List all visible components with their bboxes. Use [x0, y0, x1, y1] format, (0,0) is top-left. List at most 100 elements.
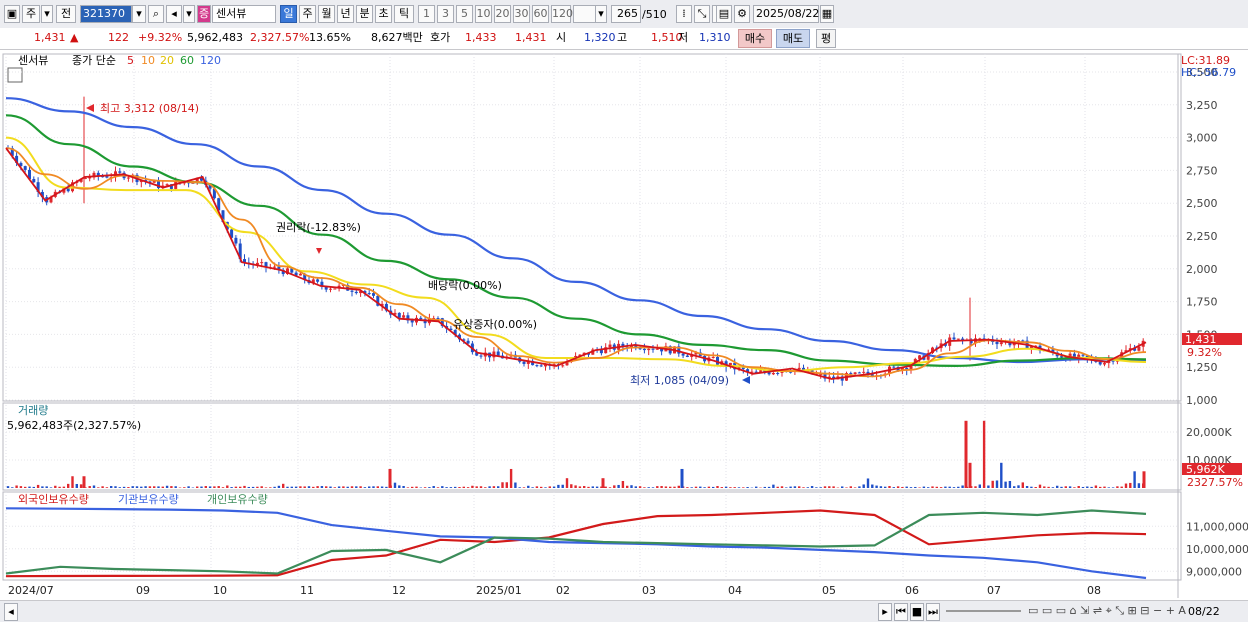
volume-bar: [613, 485, 615, 488]
draw-icon[interactable]: ⤡: [694, 5, 710, 23]
volume-bar: [166, 486, 168, 488]
sell-button[interactable]: 매도: [776, 29, 810, 48]
stock-code-input[interactable]: 321370: [80, 5, 132, 23]
low-marker-icon: [742, 376, 750, 384]
tab-minute[interactable]: 분: [356, 5, 373, 23]
volume-bar: [523, 487, 525, 488]
period-select[interactable]: 주: [22, 5, 40, 23]
interval-3[interactable]: 3: [437, 5, 454, 23]
interval-1[interactable]: 1: [418, 5, 435, 23]
dividend-annotation: 배당락(0.00%): [428, 279, 502, 292]
volume-bar: [385, 487, 387, 488]
tab-tick[interactable]: 틱: [394, 5, 414, 23]
volume-bar: [273, 487, 275, 488]
tab-day[interactable]: 일: [280, 5, 297, 23]
volume-bar: [209, 486, 211, 488]
volume-bar: [411, 487, 413, 488]
interval-5[interactable]: 5: [456, 5, 473, 23]
volume-bar: [901, 487, 903, 488]
candle-body: [854, 372, 857, 374]
legend-ma20: 20: [160, 54, 174, 67]
candle-body: [118, 171, 121, 172]
volume-bar: [334, 487, 336, 488]
volume-bar: [635, 486, 637, 488]
interval-10[interactable]: 10: [475, 5, 492, 23]
volume-bar: [46, 486, 48, 488]
tab-month[interactable]: 월: [318, 5, 335, 23]
grid-icon[interactable]: ⁞: [676, 5, 692, 23]
buy-button[interactable]: 매수: [738, 29, 772, 48]
price-tick-label: 1,750: [1186, 296, 1218, 309]
volume-bar: [1133, 471, 1135, 488]
stop-icon[interactable]: ■: [910, 603, 924, 621]
candle-body: [368, 293, 371, 294]
search-icon[interactable]: ⌕: [148, 5, 164, 23]
candle-body: [540, 365, 543, 366]
candle-body: [467, 341, 470, 344]
price-change-pct: +9.32%: [138, 31, 182, 45]
chevron-down-icon[interactable]: ▾: [41, 5, 53, 23]
speaker-icon[interactable]: ◂: [166, 5, 182, 23]
volume-bar: [114, 486, 116, 488]
display-count-input[interactable]: 265: [611, 5, 641, 23]
stock-name-field[interactable]: 센서뷰: [212, 5, 276, 23]
layout-icon[interactable]: ▣: [4, 5, 20, 23]
prev-button[interactable]: 전: [56, 5, 76, 23]
calendar-icon[interactable]: ▦: [820, 5, 834, 23]
date-tick-label: 10: [213, 584, 227, 597]
turnover-rate: 13.65%: [309, 31, 351, 45]
volume-bar: [755, 487, 757, 488]
rewind-icon[interactable]: ⏮: [894, 603, 908, 621]
interval-30[interactable]: 30: [513, 5, 530, 23]
bottom-toolbar: ◂ ▸ ⏮ ■ ⏭ ▭ ▭ ▭ ⌂ ⇲ ⇌ ⌖ ⤡ ⊞ ⊟ − + A 08/2…: [0, 600, 1248, 622]
tab-year[interactable]: 년: [337, 5, 354, 23]
volume-bar: [454, 487, 456, 488]
volume-bar: [325, 486, 327, 488]
volume-bar: [187, 486, 189, 488]
interval-dropdown-icon[interactable]: ▾: [595, 5, 607, 23]
tool-icons[interactable]: ▭ ▭ ▭ ⌂ ⇲ ⇌ ⌖ ⤡ ⊞ ⊟ − + A: [1028, 604, 1186, 618]
interval-60[interactable]: 60: [532, 5, 549, 23]
volume-bar: [626, 486, 628, 488]
volume-bar: [923, 487, 925, 488]
total-count: /510: [642, 8, 667, 21]
scroll-left-icon[interactable]: ◂: [4, 603, 18, 621]
candle-body: [652, 349, 655, 350]
candle-body: [299, 274, 302, 276]
tab-week[interactable]: 주: [299, 5, 316, 23]
volume-bar: [643, 487, 645, 488]
interval-120[interactable]: 120: [551, 5, 571, 23]
play-icon[interactable]: ▸: [878, 603, 892, 621]
volume-bar: [944, 487, 946, 488]
volume-bar: [566, 478, 568, 488]
volume-bar: [828, 486, 830, 488]
volume-bar: [1060, 487, 1062, 488]
volume-bar: [639, 486, 641, 488]
volume-bar: [544, 487, 546, 488]
legend-close-label: 종가 단순: [72, 54, 116, 67]
interval-20[interactable]: 20: [494, 5, 511, 23]
volume-bar: [1026, 486, 1028, 488]
tab-second[interactable]: 초: [375, 5, 392, 23]
volume-bar: [884, 487, 886, 488]
code-dropdown-icon[interactable]: ▾: [132, 5, 146, 23]
volume-bar: [716, 486, 718, 488]
zoom-slider[interactable]: [946, 610, 1021, 612]
average-button[interactable]: 평: [816, 29, 836, 48]
stock-chart[interactable]: 1,0001,2501,5001,7502,0002,2502,5002,750…: [0, 50, 1248, 600]
candle-body: [411, 320, 414, 322]
date-tick-label: 2024/07: [8, 584, 54, 597]
volume-bar: [983, 421, 985, 488]
volume-bar: [321, 486, 323, 488]
candle-body: [497, 352, 500, 356]
forward-icon[interactable]: ⏭: [926, 603, 940, 621]
date-input[interactable]: 2025/08/22: [753, 5, 819, 23]
gear-icon[interactable]: ⚙: [734, 5, 750, 23]
volume-bar: [1090, 487, 1092, 488]
speaker-dropdown-icon[interactable]: ▾: [183, 5, 195, 23]
volume-bar: [1043, 486, 1045, 488]
save-icon[interactable]: ▤: [716, 5, 732, 23]
volume-bar: [673, 487, 675, 488]
trade-amount: 8,627백만: [371, 31, 423, 45]
open-label: 시: [556, 31, 566, 45]
